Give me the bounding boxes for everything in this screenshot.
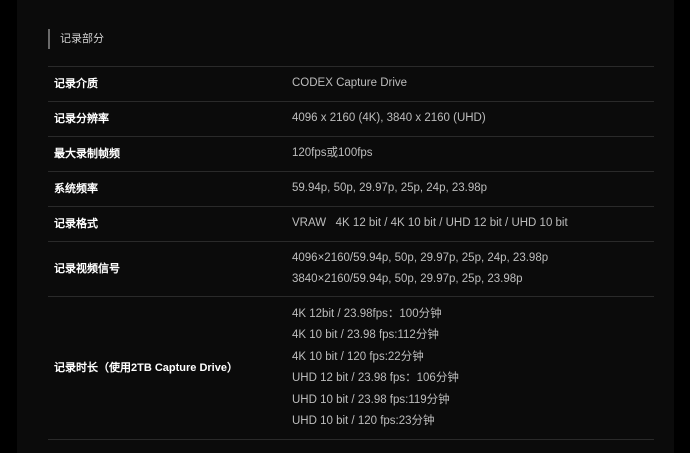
value-line: UHD 12 bit / 23.98 fps：106分钟 bbox=[292, 372, 459, 384]
row-label: 最大录制帧频 bbox=[48, 136, 292, 172]
spec-table: 记录介质 CODEX Capture Drive 记录分辨率 4096 x 21… bbox=[48, 66, 654, 440]
value-line: 59.94p, 50p, 29.97p, 25p, 24p, 23.98p bbox=[292, 182, 488, 195]
row-value: CODEX Capture Drive bbox=[292, 66, 654, 102]
row-label: 记录介质 bbox=[48, 66, 292, 102]
row-value: 59.94p, 50p, 29.97p, 25p, 24p, 23.98p bbox=[292, 171, 654, 207]
value-line: VRAW 4K 12 bit / 4K 10 bit / UHD 12 bit … bbox=[292, 217, 568, 230]
row-value: 4K 12bit / 23.98fps：100分钟 4K 10 bit / 23… bbox=[292, 296, 654, 440]
value-line: CODEX Capture Drive bbox=[292, 77, 408, 90]
row-value: 4096 x 2160 (4K), 3840 x 2160 (UHD) bbox=[292, 101, 654, 137]
value-line: 120fps或100fps bbox=[292, 147, 373, 160]
table-row: 系统频率 59.94p, 50p, 29.97p, 25p, 24p, 23.9… bbox=[48, 171, 654, 207]
table-row: 记录视频信号 4096×2160/59.94p, 50p, 29.97p, 25… bbox=[48, 241, 654, 297]
value-line: 3840×2160/59.94p, 50p, 29.97p, 25p, 23.9… bbox=[292, 273, 523, 285]
value-line: 4K 10 bit / 120 fps:22分钟 bbox=[292, 350, 424, 363]
table-row: 记录时长（使用2TB Capture Drive） 4K 12bit / 23.… bbox=[48, 296, 654, 440]
value-line: 4096 x 2160 (4K), 3840 x 2160 (UHD) bbox=[292, 112, 486, 125]
value-line: 4K 12bit / 23.98fps：100分钟 bbox=[292, 307, 442, 320]
table-row: 记录介质 CODEX Capture Drive bbox=[48, 66, 654, 102]
value-line: 4096×2160/59.94p, 50p, 29.97p, 25p, 24p,… bbox=[292, 251, 549, 264]
value-line: UHD 10 bit / 23.98 fps:119分钟 bbox=[292, 393, 450, 406]
row-label: 记录格式 bbox=[48, 206, 292, 242]
row-label: 记录时长（使用2TB Capture Drive） bbox=[48, 296, 292, 440]
row-label: 记录分辨率 bbox=[48, 101, 292, 137]
section-title: 记录部分 bbox=[48, 29, 104, 49]
table-row: 最大录制帧频 120fps或100fps bbox=[48, 136, 654, 172]
row-label: 系统频率 bbox=[48, 171, 292, 207]
row-value: VRAW 4K 12 bit / 4K 10 bit / UHD 12 bit … bbox=[292, 206, 654, 242]
value-line: UHD 10 bit / 120 fps:23分钟 bbox=[292, 415, 435, 427]
row-value: 4096×2160/59.94p, 50p, 29.97p, 25p, 24p,… bbox=[292, 241, 654, 297]
table-row: 记录分辨率 4096 x 2160 (4K), 3840 x 2160 (UHD… bbox=[48, 101, 654, 137]
row-value: 120fps或100fps bbox=[292, 136, 654, 172]
value-line: 4K 10 bit / 23.98 fps:112分钟 bbox=[292, 329, 439, 341]
row-label: 记录视频信号 bbox=[48, 241, 292, 297]
table-row: 记录格式 VRAW 4K 12 bit / 4K 10 bit / UHD 12… bbox=[48, 206, 654, 242]
